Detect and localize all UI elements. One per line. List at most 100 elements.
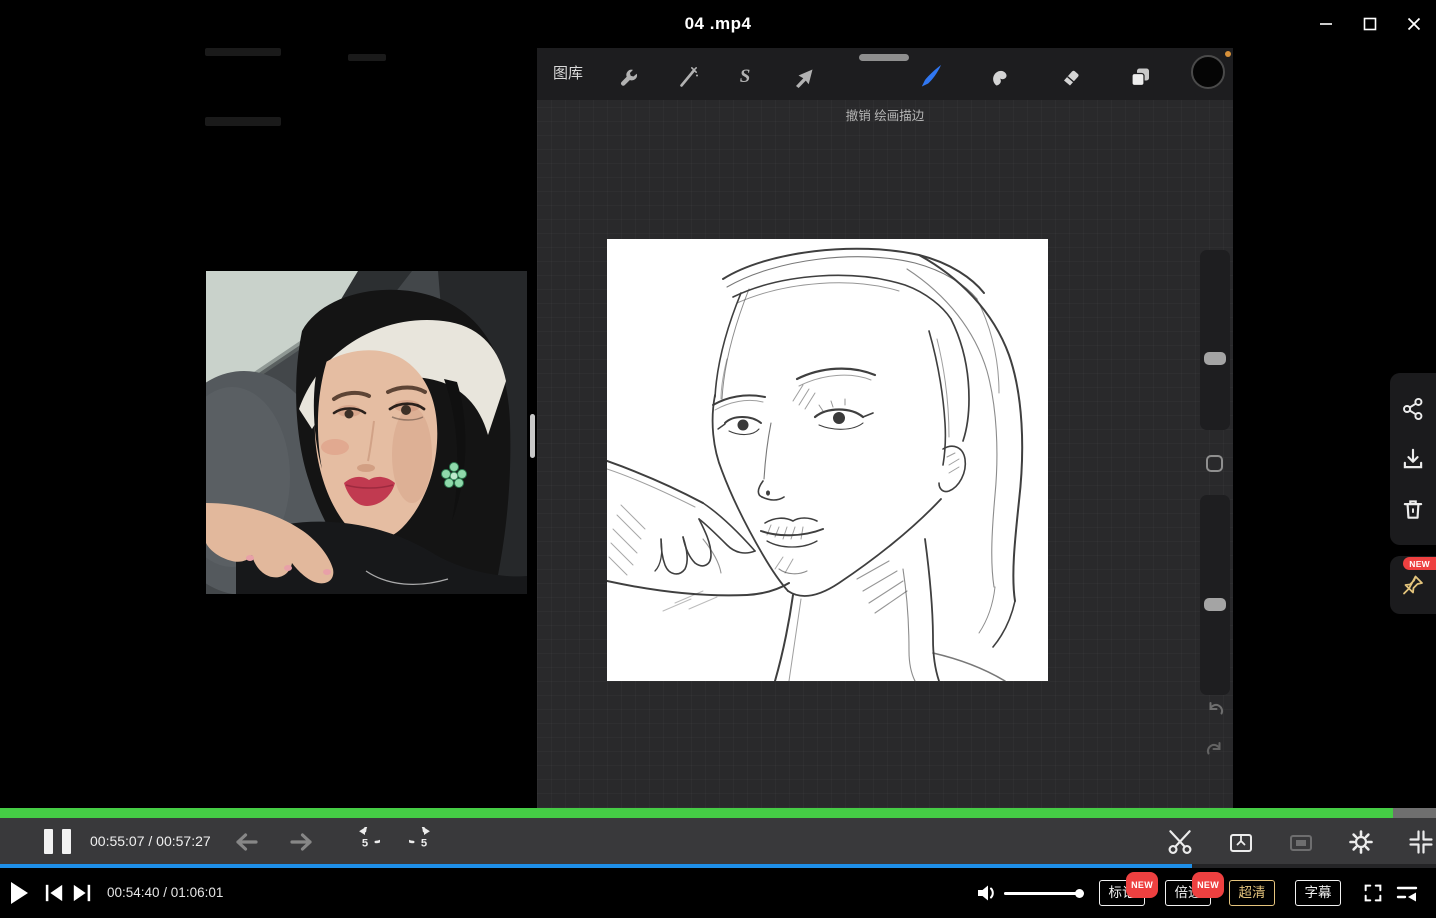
bottom-bar: 00:54:40 / 01:06:01 标记 NEW 倍速 NEW 超清 字幕 bbox=[0, 868, 1436, 918]
transform-arrow-icon bbox=[791, 65, 815, 89]
wrench-icon bbox=[616, 65, 640, 89]
video-area[interactable]: 图库 S bbox=[0, 48, 1436, 808]
paint-button[interactable] bbox=[912, 62, 946, 92]
video-player-window: 04 .mp4 bbox=[0, 0, 1436, 918]
window-controls bbox=[1304, 0, 1436, 48]
procreate-toolbar: 图库 S bbox=[537, 48, 1233, 100]
trash-icon bbox=[1400, 496, 1426, 522]
procreate-sidebar bbox=[1200, 250, 1230, 770]
forward-5-icon: 5 bbox=[409, 827, 439, 857]
mini-mode-icon bbox=[1407, 828, 1435, 856]
mini-mode-button[interactable] bbox=[1404, 827, 1436, 857]
download-icon bbox=[1400, 446, 1426, 472]
minimize-button[interactable] bbox=[1304, 0, 1348, 48]
actions-button[interactable] bbox=[611, 62, 645, 92]
smudge-button[interactable] bbox=[982, 62, 1016, 92]
playlist-icon bbox=[1395, 882, 1419, 904]
pause-icon bbox=[44, 829, 53, 854]
opacity-handle[interactable] bbox=[1204, 598, 1226, 611]
brush-size-handle[interactable] bbox=[1204, 352, 1226, 365]
procreate-window: 图库 S bbox=[537, 48, 1233, 808]
volume-slider[interactable] bbox=[1004, 892, 1080, 895]
toolbar-drag-handle[interactable] bbox=[859, 54, 909, 61]
close-icon bbox=[1406, 16, 1422, 32]
file-time: 00:54:40 / 01:06:01 bbox=[107, 868, 223, 918]
reference-photo bbox=[206, 271, 527, 594]
window-title: 04 .mp4 bbox=[0, 0, 1436, 48]
scissors-icon bbox=[1165, 828, 1195, 856]
share-icon bbox=[1400, 396, 1426, 422]
erase-button[interactable] bbox=[1052, 62, 1086, 92]
gallery-button[interactable]: 图库 bbox=[553, 48, 583, 100]
minimize-icon bbox=[1318, 16, 1334, 32]
control-bar: 00:55:07 / 00:57:27 5 bbox=[0, 818, 1436, 868]
replay-5-label: 5 bbox=[362, 837, 368, 849]
volume-fill bbox=[1004, 892, 1080, 895]
pip-button[interactable] bbox=[1284, 827, 1318, 857]
drawing-canvas[interactable] bbox=[607, 239, 1048, 681]
mark-new-badge: NEW bbox=[1126, 872, 1158, 898]
mark-button[interactable]: 标记 NEW bbox=[1099, 880, 1145, 906]
forward-5-button[interactable]: 5 bbox=[407, 827, 441, 857]
arrow-left-icon bbox=[230, 829, 260, 855]
smudge-finger-icon bbox=[987, 65, 1011, 89]
maximize-button[interactable] bbox=[1348, 0, 1392, 48]
volume-knob[interactable] bbox=[1075, 889, 1084, 898]
portrait-sketch bbox=[607, 239, 1048, 681]
close-button[interactable] bbox=[1392, 0, 1436, 48]
fullscreen-icon bbox=[1362, 882, 1384, 904]
seek-back-button[interactable] bbox=[228, 827, 262, 857]
volume-icon bbox=[976, 883, 998, 903]
previous-button[interactable] bbox=[41, 881, 67, 905]
segment-progress-fill bbox=[0, 808, 1393, 818]
subtitle-button[interactable]: 字幕 bbox=[1295, 880, 1341, 906]
clip-button[interactable] bbox=[1163, 827, 1197, 857]
screenshot-button[interactable] bbox=[1224, 827, 1258, 857]
redo-icon bbox=[1203, 738, 1227, 762]
quality-button[interactable]: 超清 bbox=[1229, 880, 1275, 906]
forward-5-label: 5 bbox=[421, 837, 427, 849]
faint-text-line bbox=[205, 48, 281, 56]
seek-forward-button[interactable] bbox=[286, 827, 320, 857]
speed-new-badge: NEW bbox=[1192, 872, 1224, 898]
opacity-slider[interactable] bbox=[1200, 495, 1230, 695]
undo-button[interactable] bbox=[1203, 698, 1227, 722]
share-button[interactable] bbox=[1399, 395, 1427, 423]
pin-icon bbox=[1400, 572, 1426, 598]
brush-size-slider[interactable] bbox=[1200, 250, 1230, 430]
download-button[interactable] bbox=[1399, 445, 1427, 473]
next-icon bbox=[71, 883, 93, 903]
fullscreen-button[interactable] bbox=[1360, 881, 1386, 905]
segment-progress-bar[interactable] bbox=[0, 808, 1436, 818]
pin-panel: NEW bbox=[1390, 556, 1436, 614]
adjustments-button[interactable] bbox=[670, 62, 704, 92]
volume-button[interactable] bbox=[974, 881, 1000, 905]
eraser-icon bbox=[1057, 65, 1081, 89]
recording-status-dot bbox=[1225, 51, 1231, 57]
titlebar: 04 .mp4 bbox=[0, 0, 1436, 48]
settings-button[interactable] bbox=[1344, 827, 1378, 857]
play-button[interactable] bbox=[6, 881, 32, 905]
color-swatch-icon bbox=[1191, 55, 1225, 89]
playlist-button[interactable] bbox=[1394, 881, 1420, 905]
maximize-icon bbox=[1362, 16, 1378, 32]
delete-button[interactable] bbox=[1399, 495, 1427, 523]
modify-button[interactable] bbox=[1206, 455, 1223, 472]
pin-button[interactable] bbox=[1399, 571, 1427, 599]
transform-button[interactable] bbox=[786, 62, 820, 92]
redo-button[interactable] bbox=[1203, 738, 1227, 762]
speed-button[interactable]: 倍速 NEW bbox=[1165, 880, 1211, 906]
next-button[interactable] bbox=[69, 881, 95, 905]
faint-text-line bbox=[348, 54, 386, 61]
magic-wand-icon bbox=[675, 65, 699, 89]
arrow-right-icon bbox=[288, 829, 318, 855]
screenshot-icon bbox=[1227, 828, 1255, 856]
segment-time: 00:55:07 / 00:57:27 bbox=[90, 818, 211, 864]
replay-5-button[interactable]: 5 bbox=[348, 827, 382, 857]
previous-icon bbox=[43, 883, 65, 903]
color-swatch-button[interactable] bbox=[1191, 57, 1225, 87]
selection-button[interactable]: S bbox=[728, 62, 762, 92]
panel-divider-handle[interactable] bbox=[530, 414, 535, 458]
layers-button[interactable] bbox=[1123, 62, 1157, 92]
pause-button[interactable] bbox=[44, 829, 71, 854]
